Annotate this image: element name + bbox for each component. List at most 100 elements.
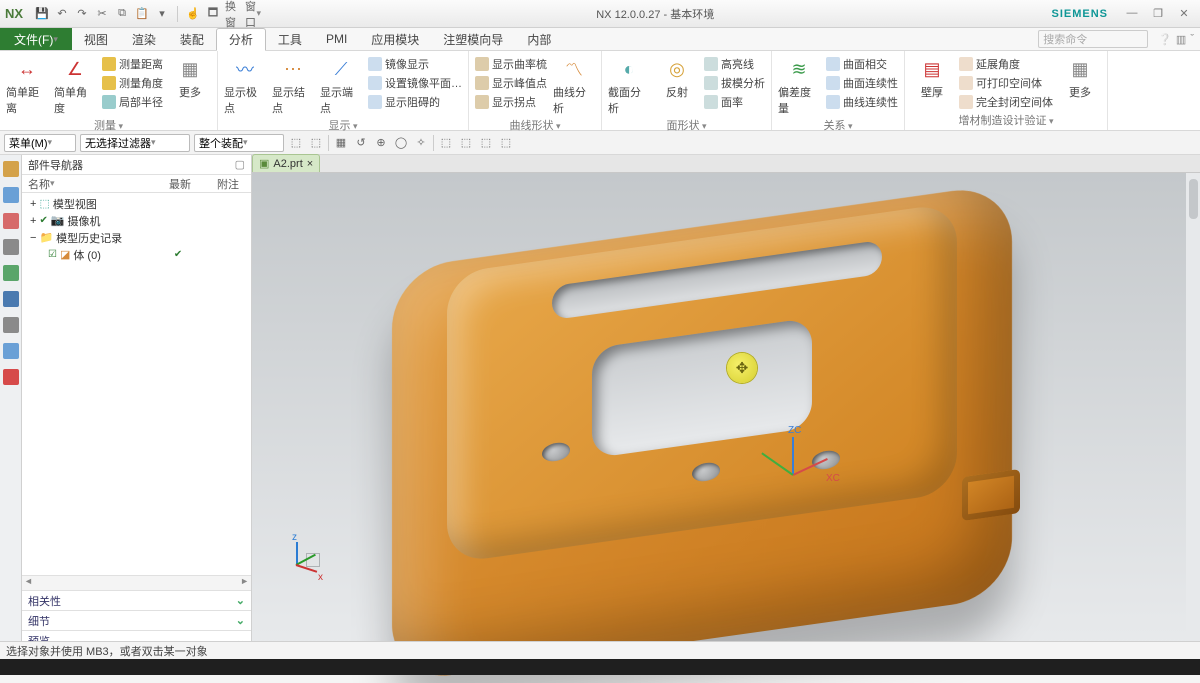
- tree-row-body[interactable]: ☑◪体 (0)✔: [22, 246, 251, 263]
- reuse-library-icon[interactable]: [3, 239, 19, 255]
- sel-tool-7[interactable]: ✧: [413, 135, 429, 151]
- part-navigator-icon[interactable]: [3, 161, 19, 177]
- col-latest[interactable]: 最新: [163, 175, 211, 192]
- navigator-tree[interactable]: +⬚模型视图 +✔📷摄像机 −📁模型历史记录 ☑◪体 (0)✔: [22, 193, 251, 575]
- group-label-relation[interactable]: 关系: [778, 116, 898, 135]
- am-more-button[interactable]: ▦更多: [1059, 53, 1101, 111]
- simple-distance-button[interactable]: ↔简单距离: [6, 53, 48, 116]
- web-browser-icon[interactable]: [3, 291, 19, 307]
- curve-continuity-button[interactable]: 曲线连续性: [826, 93, 898, 111]
- viewport-vscroll[interactable]: [1186, 173, 1200, 650]
- pin-icon[interactable]: ▢: [235, 158, 245, 171]
- switch-window-button[interactable]: 切换窗口: [225, 6, 241, 22]
- face-curvature-button[interactable]: 面率: [704, 93, 765, 111]
- roles-icon[interactable]: [3, 369, 19, 385]
- show-poles-button[interactable]: 〰显示极点: [224, 53, 266, 116]
- touch-icon[interactable]: ☝: [185, 6, 201, 22]
- cut-icon[interactable]: ✂: [94, 6, 110, 22]
- show-inflection-button[interactable]: 显示拐点: [475, 93, 547, 111]
- tab-tools[interactable]: 工具: [266, 28, 314, 50]
- model-part[interactable]: ✥ ZC XC: [392, 223, 1012, 643]
- tab-render[interactable]: 渲染: [120, 28, 168, 50]
- show-curvature-comb-button[interactable]: 显示曲率梳: [475, 55, 547, 73]
- acc-dependency[interactable]: 相关性⌄: [22, 590, 251, 610]
- show-endpoints-button[interactable]: ⟋显示端点: [320, 53, 362, 116]
- col-name[interactable]: 名称: [22, 175, 163, 192]
- reflection-button[interactable]: ◎反射: [656, 53, 698, 116]
- sel-tool-4[interactable]: ↺: [353, 135, 369, 151]
- document-tab[interactable]: ▣ A2.prt ×: [252, 154, 320, 172]
- restore-icon[interactable]: ❐: [1146, 7, 1170, 20]
- sel-tool-5[interactable]: ⊕: [373, 135, 389, 151]
- curve-analysis-button[interactable]: 〽曲线分析: [553, 53, 595, 116]
- window-menu-button[interactable]: 窗口: [245, 6, 261, 22]
- col-notes[interactable]: 附注: [211, 175, 251, 192]
- overhang-angle-button[interactable]: 延展角度: [959, 55, 1053, 73]
- tab-internal[interactable]: 内部: [515, 28, 563, 50]
- help-icon[interactable]: ▥: [1176, 33, 1186, 46]
- tab-view[interactable]: 视图: [72, 28, 120, 50]
- group-label-measure[interactable]: 测量: [6, 116, 211, 135]
- surface-intersect-button[interactable]: 曲面相交: [826, 55, 898, 73]
- minimize-icon[interactable]: —: [1120, 7, 1144, 20]
- sel-tool-10[interactable]: ⬚: [478, 135, 494, 151]
- menu-dropdown[interactable]: 菜单(M): [4, 134, 76, 152]
- tab-pmi[interactable]: PMI: [314, 28, 359, 50]
- sel-tool-1[interactable]: ⬚: [288, 135, 304, 151]
- file-menu[interactable]: 文件(F): [0, 28, 72, 50]
- measure-more-button[interactable]: ▦更多: [169, 53, 211, 116]
- qat-more-icon[interactable]: ▾: [154, 6, 170, 22]
- switch-window-icon[interactable]: 🗖: [205, 6, 221, 22]
- tab-mold-wizard[interactable]: 注塑模向导: [431, 28, 515, 50]
- measure-angle-button[interactable]: 测量角度: [102, 74, 163, 92]
- sel-tool-9[interactable]: ⬚: [458, 135, 474, 151]
- draft-analysis-button[interactable]: 拔模分析: [704, 74, 765, 92]
- group-label-display[interactable]: 显示: [224, 116, 462, 135]
- tree-row-cameras[interactable]: +✔📷摄像机: [22, 212, 251, 229]
- viewport-canvas[interactable]: ✥ ZC XC z x: [252, 173, 1200, 650]
- highlight-lines-button[interactable]: 高亮线: [704, 55, 765, 73]
- view-triad[interactable]: z x: [282, 550, 322, 590]
- sel-tool-11[interactable]: ⬚: [498, 135, 514, 151]
- redo-icon[interactable]: ↷: [74, 6, 90, 22]
- close-icon[interactable]: ✕: [1172, 7, 1196, 20]
- sel-tool-2[interactable]: ⬚: [308, 135, 324, 151]
- save-icon[interactable]: 💾: [34, 6, 50, 22]
- sel-tool-8[interactable]: ⬚: [438, 135, 454, 151]
- command-search[interactable]: 搜索命令: [1038, 30, 1148, 48]
- surface-continuity-button[interactable]: 曲面连续性: [826, 74, 898, 92]
- group-label-am-validate[interactable]: 增材制造设计验证: [911, 111, 1101, 130]
- show-obstructed-button[interactable]: 显示阻碍的: [368, 93, 462, 111]
- assembly-navigator-icon[interactable]: [3, 187, 19, 203]
- set-mirror-plane-button[interactable]: 设置镜像平面…: [368, 74, 462, 92]
- enclosed-volume-button[interactable]: 完全封闭空间体: [959, 93, 1053, 111]
- doc-tab-close-icon[interactable]: ×: [307, 158, 313, 170]
- copy-icon[interactable]: ⧉: [114, 6, 130, 22]
- simple-angle-button[interactable]: ∠简单角度: [54, 53, 96, 116]
- sel-tool-6[interactable]: ◯: [393, 135, 409, 151]
- tab-assembly[interactable]: 装配: [168, 28, 216, 50]
- deviation-gauge-button[interactable]: ≋偏差度量: [778, 53, 820, 116]
- acc-details[interactable]: 细节⌄: [22, 610, 251, 630]
- constraint-navigator-icon[interactable]: [3, 213, 19, 229]
- tab-app-module[interactable]: 应用模块: [359, 28, 431, 50]
- scroll-thumb[interactable]: [1189, 179, 1198, 219]
- undo-icon[interactable]: ↶: [54, 6, 70, 22]
- history-icon[interactable]: [3, 317, 19, 333]
- tree-row-model-views[interactable]: +⬚模型视图: [22, 195, 251, 212]
- sel-tool-3[interactable]: ▦: [333, 135, 349, 151]
- graphics-viewport[interactable]: ▣ A2.prt × ✥ ZC XC: [252, 155, 1200, 650]
- group-label-curve-shape[interactable]: 曲线形状: [475, 116, 595, 135]
- mirror-display-button[interactable]: 镜像显示: [368, 55, 462, 73]
- process-icon[interactable]: [3, 343, 19, 359]
- section-analysis-button[interactable]: ◐截面分析: [608, 53, 650, 116]
- tab-analysis[interactable]: 分析: [216, 28, 266, 51]
- navigator-hscroll[interactable]: [22, 575, 251, 590]
- printable-volume-button[interactable]: 可打印空间体: [959, 74, 1053, 92]
- measure-distance-button[interactable]: 测量距离: [102, 55, 163, 73]
- show-knots-button[interactable]: ⋯显示结点: [272, 53, 314, 116]
- paste-icon[interactable]: 📋: [134, 6, 150, 22]
- show-peak-points-button[interactable]: 显示峰值点: [475, 74, 547, 92]
- wall-thickness-button[interactable]: ▤壁厚: [911, 53, 953, 111]
- tutorial-icon[interactable]: ❔: [1158, 33, 1172, 46]
